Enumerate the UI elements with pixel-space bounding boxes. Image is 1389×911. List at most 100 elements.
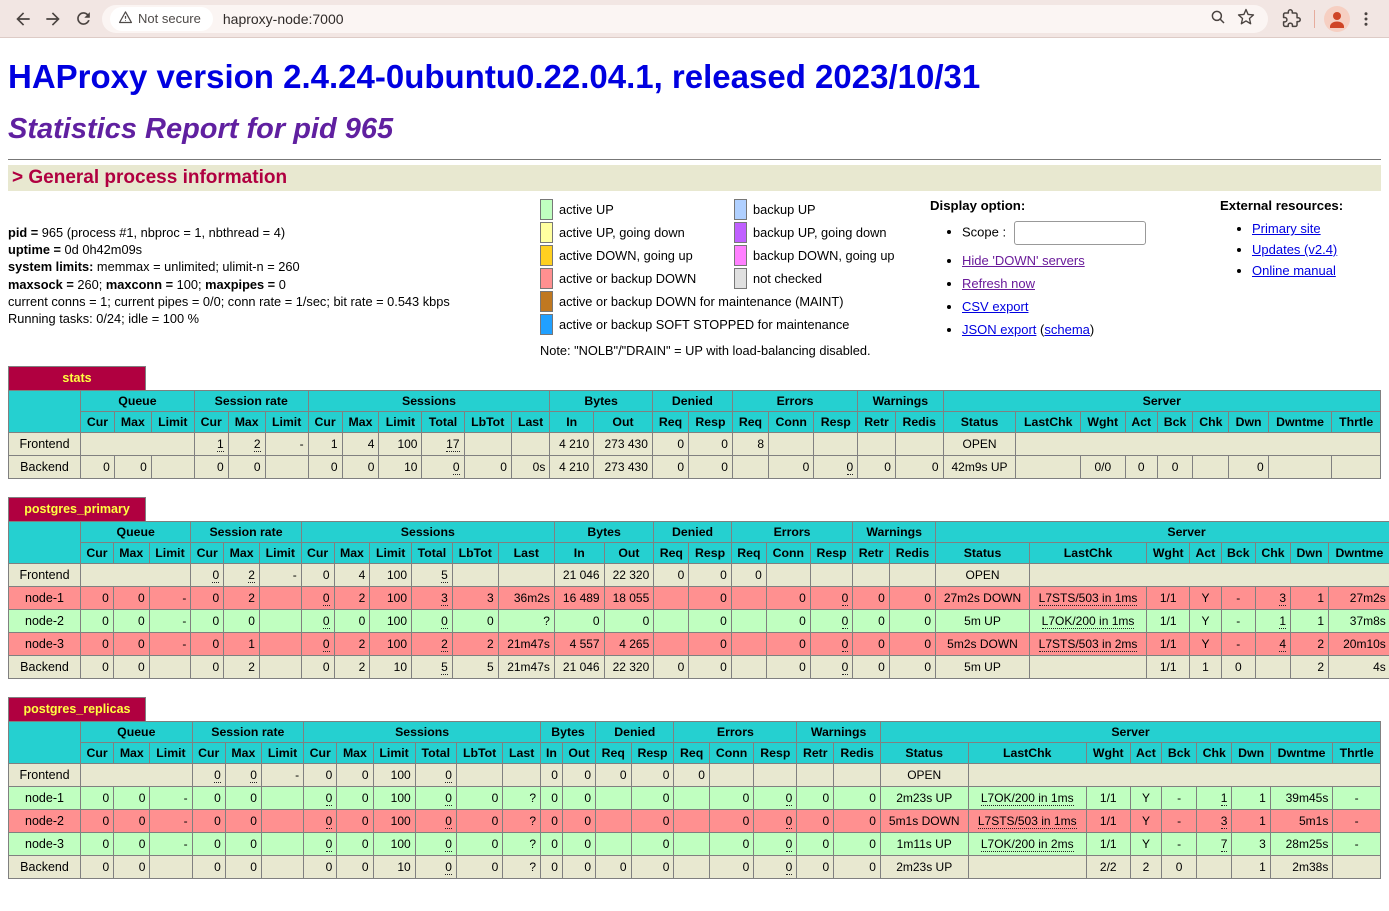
table-cell: 0 xyxy=(301,564,334,587)
scope-input[interactable] xyxy=(1014,221,1146,245)
column-header-cur: Cur xyxy=(81,412,115,433)
table-cell: 0s xyxy=(511,456,549,479)
row-name: node-2 xyxy=(9,610,81,633)
table-cell: 0 xyxy=(541,833,563,856)
column-header-dwntme: Dwntme xyxy=(1270,743,1332,764)
table-cell: 0 xyxy=(81,633,114,656)
legend-item: active UP xyxy=(540,199,734,220)
table-cell: 2 xyxy=(452,633,498,656)
table-cell: 0 xyxy=(224,610,260,633)
link-json-export[interactable]: JSON export xyxy=(962,322,1036,337)
column-header-out: Out xyxy=(594,412,653,433)
table-cell: 0 xyxy=(191,610,224,633)
table-cell: - xyxy=(1333,810,1381,833)
table-cell: Y xyxy=(1190,587,1221,610)
process-info-line: uptime = 0d 0h42m09s xyxy=(8,241,540,258)
table-cell: 100 xyxy=(373,810,415,833)
display-option-item: JSON export (schema) xyxy=(962,322,1198,337)
table-cell: 0 xyxy=(192,833,225,856)
table-cell xyxy=(452,564,498,587)
cell-value: 0 xyxy=(445,791,452,806)
bookmark-button[interactable] xyxy=(1232,5,1260,33)
table-cell: 3 xyxy=(1196,810,1231,833)
menu-button[interactable] xyxy=(1351,4,1381,34)
security-chip[interactable]: Not secure xyxy=(110,7,213,31)
table-cell: 0 xyxy=(834,810,881,833)
link-hide-down-servers[interactable]: Hide 'DOWN' servers xyxy=(962,253,1085,268)
table-corner xyxy=(9,391,81,433)
table-cell: 0 xyxy=(889,656,935,679)
legend-swatch-icon xyxy=(734,222,747,243)
link-refresh-now[interactable]: Refresh now xyxy=(962,276,1035,291)
table-cell: 0 xyxy=(654,564,689,587)
magnifier-icon xyxy=(1209,8,1227,29)
link-primary-site[interactable]: Primary site xyxy=(1252,221,1321,236)
table-cell: 10 xyxy=(370,656,412,679)
column-header-status: Status xyxy=(943,412,1016,433)
column-header-resp: Resp xyxy=(689,543,731,564)
link-json-export-schema[interactable]: schema xyxy=(1044,322,1090,337)
table-cell xyxy=(654,633,689,656)
table-row-node-1: node-100-02021003336m2s16 48918 05500000… xyxy=(9,587,1389,610)
legend-row: active DOWN, going upbackup DOWN, going … xyxy=(540,244,930,267)
table-cell: L7STS/503 in 1ms xyxy=(1029,587,1146,610)
column-group-sessions: Sessions xyxy=(304,722,541,743)
table-cell: 1 xyxy=(1232,787,1270,810)
table-cell: 4 265 xyxy=(604,633,654,656)
link-online-manual[interactable]: Online manual xyxy=(1252,263,1336,278)
cell-value: 1 xyxy=(217,437,224,452)
table-cell: 0 xyxy=(689,610,731,633)
back-button[interactable] xyxy=(8,4,38,34)
table-cell xyxy=(814,433,858,456)
table-cell: 0 xyxy=(191,587,224,610)
table-cell: 42m9s UP xyxy=(943,456,1016,479)
table-cell: 0 xyxy=(452,610,498,633)
table-cell xyxy=(654,587,689,610)
top-info-area: pid = 965 (process #1, nbproc = 1, nbthr… xyxy=(8,196,1381,358)
link-csv-export[interactable]: CSV export xyxy=(962,299,1028,314)
table-cell: 0 xyxy=(631,764,674,787)
column-header-resp: Resp xyxy=(754,743,797,764)
table-cell: 37m8s xyxy=(1329,610,1389,633)
column-header-dwn: Dwn xyxy=(1232,743,1270,764)
table-cell: 0 xyxy=(562,833,595,856)
row-name: Frontend xyxy=(9,564,81,587)
link-updates[interactable]: Updates (v2.4) xyxy=(1252,242,1337,257)
table-cell xyxy=(654,610,689,633)
table-cell: 0 xyxy=(337,810,373,833)
column-header-retr: Retr xyxy=(858,412,896,433)
table-cell xyxy=(456,764,502,787)
cell-value: 0 xyxy=(445,837,452,852)
legend-swatch-icon xyxy=(540,314,553,335)
column-header-in: In xyxy=(541,743,563,764)
column-group-bytes: Bytes xyxy=(541,722,596,743)
process-info-line: current conns = 1; current pipes = 0/0; … xyxy=(8,293,540,310)
legend-row: active or backup DOWN for maintenance (M… xyxy=(540,290,930,313)
extensions-button[interactable] xyxy=(1276,4,1306,34)
table-cell: 5m UP xyxy=(936,610,1030,633)
table-cell: 0 xyxy=(192,810,225,833)
column-group-bytes: Bytes xyxy=(550,391,653,412)
table-cell: 0 xyxy=(337,856,373,879)
reload-button[interactable] xyxy=(68,4,98,34)
url-bar[interactable]: Not secure haproxy-node:7000 xyxy=(102,5,1268,33)
table-cell: 0 xyxy=(674,764,709,787)
table-cell: 0 xyxy=(304,810,337,833)
page-title[interactable]: HAProxy version 2.4.24-0ubuntu0.22.04.1,… xyxy=(8,58,1381,96)
table-cell: 4 xyxy=(334,564,370,587)
cell-value: 0 xyxy=(445,860,452,875)
column-header-chk: Chk xyxy=(1193,412,1229,433)
cell-value: 0 xyxy=(323,614,330,629)
column-header-total: Total xyxy=(412,543,453,564)
column-group-queue: Queue xyxy=(81,391,195,412)
profile-avatar[interactable] xyxy=(1323,5,1351,33)
table-cell: 5m1s xyxy=(1270,810,1332,833)
column-header-total: Total xyxy=(415,743,456,764)
table-cell: 0 xyxy=(631,856,674,879)
forward-button[interactable] xyxy=(38,4,68,34)
table-cell: 0 xyxy=(1157,456,1192,479)
text-segment: 965 (process #1, nbproc = 1, nbthread = … xyxy=(42,225,285,240)
stats-table-stats: QueueSession rateSessionsBytesDeniedErro… xyxy=(8,390,1381,479)
zoom-button[interactable] xyxy=(1204,5,1232,33)
column-header-max: Max xyxy=(224,543,260,564)
